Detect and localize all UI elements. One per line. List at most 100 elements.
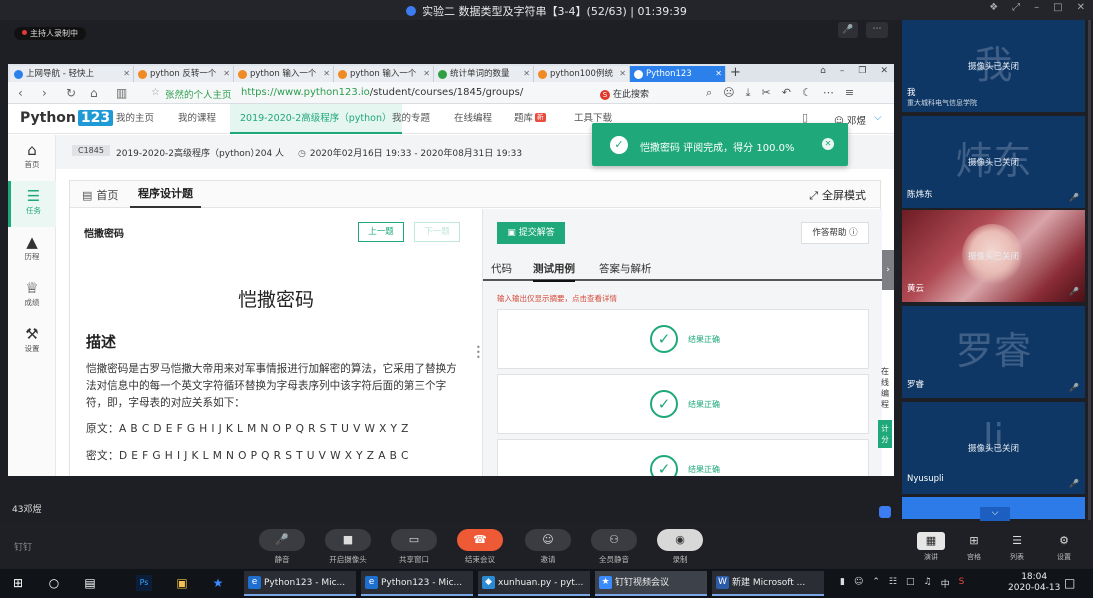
folder-icon[interactable]: □ [906,577,915,590]
browser-restore-button[interactable]: ❐ [858,66,866,76]
io-hint-text[interactable]: 输入输出仅显示摘要，点击查看详情 [497,293,617,304]
tab-answer-analysis[interactable]: 答案与解析 [599,261,652,276]
meeting-settings-button[interactable]: ⚙ 设置 [1044,532,1084,562]
test-result-card[interactable]: ✓ 结果正确 [497,439,869,476]
nav-question-bank[interactable]: 题库新 [504,104,556,134]
invite-button[interactable]: ☺ 邀请 [524,529,572,565]
submit-answer-button[interactable]: 提交解答 [497,222,565,244]
list-view-button[interactable]: ☰ 列表 [997,532,1037,562]
grid-view-button[interactable]: ⊞ 宫格 [954,532,994,562]
toast-close-icon[interactable]: ✕ [822,138,834,150]
dingtalk-taskbar-icon[interactable]: ★ [210,575,226,591]
next-problem-button[interactable]: 下一题 [414,222,460,242]
test-result-card[interactable]: ✓ 结果正确 [497,309,869,369]
pane-resize-handle[interactable]: • • • [476,344,481,362]
network-icon[interactable]: ☷ [889,577,897,590]
participant-tile[interactable]: 罗睿 罗睿 🎤 [902,306,1085,398]
tab-close-icon[interactable]: ✕ [123,66,130,82]
volume-icon[interactable]: ♫ [923,577,931,590]
new-tab-button[interactable]: + [730,65,741,80]
sidebar-item-settings[interactable]: ⚒ 设置 [8,319,56,365]
score-side-tab[interactable]: 计分 [878,420,892,448]
browser-tab[interactable]: 上网导航 - 轻快上 ✕ [10,66,134,82]
battery-icon[interactable]: ▮ [840,577,845,590]
maximize-button[interactable]: □ [1053,2,1062,13]
tab-programming[interactable]: 程序设计题 [130,181,201,208]
search-box[interactable]: S 在此搜索 [600,87,649,100]
tab-close-icon[interactable]: ✕ [323,66,330,82]
expand-icon[interactable]: ⤢ [1012,2,1020,13]
chevron-down-icon[interactable]: ⌵ [980,507,1010,521]
system-clock[interactable]: 18:04 2020-04-13 [1008,572,1060,594]
sidebar-item-history[interactable]: ▲ 历程 [8,227,56,273]
scissors-icon[interactable]: ✂ [762,86,771,100]
mute-button[interactable]: 🎤 静音 [258,529,306,565]
notification-icon[interactable]: □ [1064,576,1075,590]
record-button[interactable]: ◉ 录制 [656,529,704,565]
participant-tile[interactable]: 摄像头已关闭 黄云 🎤 [902,210,1085,302]
close-button[interactable]: ✕ [1077,2,1085,13]
tray-chevron-up-icon[interactable]: ⌃ [872,577,880,590]
menu-icon[interactable]: ≡ [845,86,854,100]
file-explorer-icon[interactable]: ▣ [174,575,190,591]
share-indicator-icon[interactable] [879,506,891,518]
browser-close-button[interactable]: ✕ [880,66,888,76]
end-meeting-button[interactable]: ☎ 结束会议 [456,529,504,565]
nav-current-course[interactable]: 2019-2020-2高级程序（python） [230,104,402,134]
tab-close-icon[interactable]: ✕ [223,66,230,82]
browser-tab[interactable]: python 反转一个 ✕ [134,66,234,82]
forward-icon[interactable]: › [42,86,47,100]
collapse-panel-button[interactable]: › [882,250,894,290]
online-programming-side-label[interactable]: 在线编程 [878,366,892,410]
participant-tile[interactable]: li 摄像头已关闭 Nyusupli 🎤 [902,402,1085,494]
taskbar-app[interactable]: ◆ xunhuan.py - pyt... [478,571,590,596]
browser-menu-icon[interactable]: ⌂ [820,66,826,76]
undo-icon[interactable]: ↶ [782,86,791,100]
taskbar-app[interactable]: e Python123 - Mic... [244,571,356,596]
browser-minimize-button[interactable]: – [840,66,845,76]
game-icon[interactable]: ☹ [723,86,734,100]
answer-help-button[interactable]: 作答帮助 [801,222,869,244]
mute-all-button[interactable]: ⚇ 全员静音 [590,529,638,565]
bookmark-star-icon[interactable]: ☆ [151,87,160,98]
test-result-card[interactable]: ✓ 结果正确 [497,374,869,434]
pin-icon[interactable]: ❖ [989,2,998,13]
search-icon[interactable]: ⌕ [706,86,712,100]
fullscreen-button[interactable]: 全屏模式 [809,187,866,203]
task-view-icon[interactable]: ▤ [82,575,98,591]
sidebar-item-score[interactable]: ♕ 成绩 [8,273,56,319]
taskbar-app[interactable]: e Python123 - Mic... [361,571,473,596]
tab-close-icon[interactable]: ✕ [523,66,530,82]
personal-homepage-link[interactable]: 张然的个人主页 [165,87,232,101]
input-language[interactable]: 中 [941,577,950,590]
participant-tile[interactable]: 炜东 摄像头已关闭 陈炜东 🎤 [902,116,1085,208]
browser-tab[interactable]: python 输入一个 ✕ [234,66,334,82]
browser-tab-active[interactable]: Python123 ✕ [630,66,726,82]
windows-start-icon[interactable]: ⊞ [10,575,26,591]
taskbar-app-active[interactable]: ★ 钉钉视频会议 [595,571,707,596]
camera-button[interactable]: ■ 开启摄像头 [324,529,372,565]
url-field[interactable]: https://www.python123.io/student/courses… [241,87,523,98]
share-window-button[interactable]: ▭ 共享窗口 [390,529,438,565]
chevron-down-icon[interactable]: ⌵ [874,112,882,123]
tab-test-cases[interactable]: 测试用例 [533,261,575,282]
more-options-icon[interactable]: ⋯ [866,22,888,38]
cortana-search-icon[interactable]: ○ [46,575,62,591]
night-mode-icon[interactable]: ☾ [802,86,812,100]
home-icon[interactable]: ⌂ [90,86,98,100]
speaker-view-button[interactable]: ▦ 演讲 [911,532,951,562]
prev-problem-button[interactable]: 上一题 [358,222,404,242]
sidebar-item-task[interactable]: ☰ 任务 [8,181,56,227]
reader-icon[interactable]: ▥ [116,86,127,100]
browser-tab[interactable]: 统计单词的数量 ✕ [434,66,534,82]
nav-my-home[interactable]: 我的主页 [106,104,164,134]
mic-status-icon[interactable]: 🎤 [838,22,858,38]
browser-tab[interactable]: python100例统 ✕ [534,66,630,82]
reload-icon[interactable]: ↻ [66,86,76,100]
sidebar-item-home[interactable]: ⌂ 首页 [8,135,56,181]
photoshop-icon[interactable]: Ps [136,575,152,591]
more-icon[interactable]: ⋯ [823,86,834,100]
participant-tile-highlight[interactable]: ⌵ [902,497,1085,521]
taskbar-app[interactable]: W 新建 Microsoft ... [712,571,824,596]
participant-tile[interactable]: 我 摄像头已关闭 我 重大城科电气信息学院 [902,20,1085,112]
